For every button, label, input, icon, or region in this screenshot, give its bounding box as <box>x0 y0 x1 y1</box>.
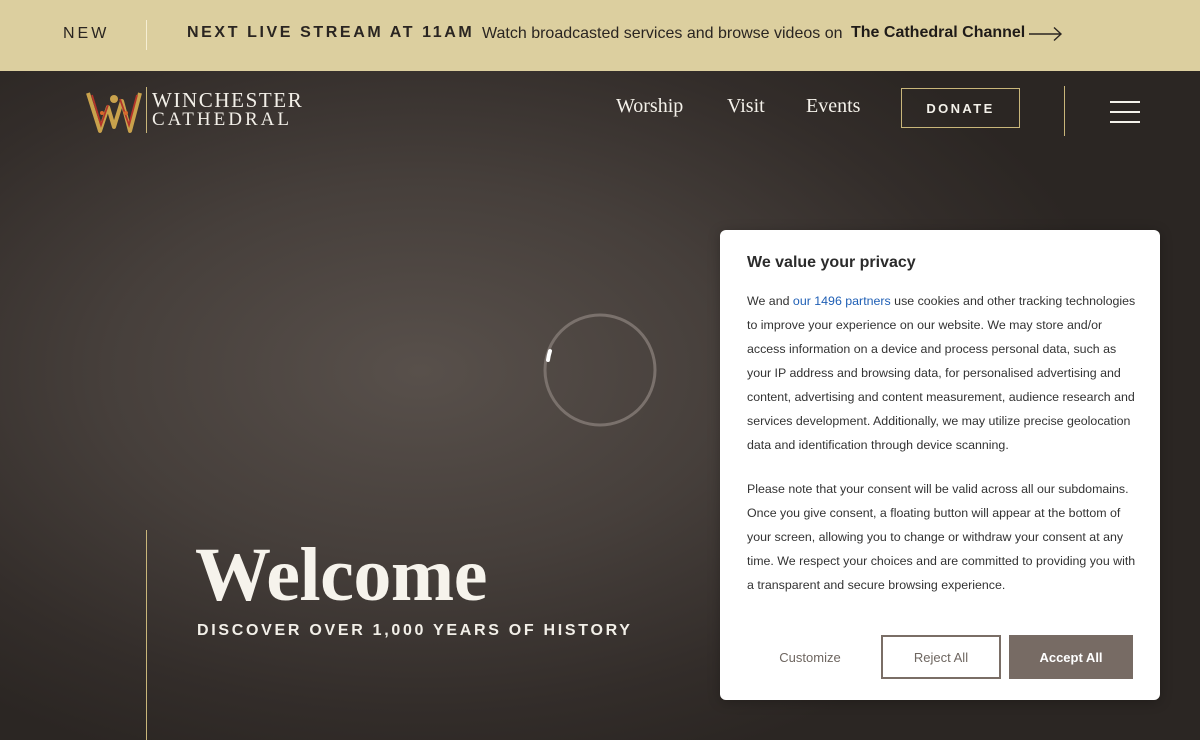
logo-mark-icon[interactable] <box>86 87 142 135</box>
privacy-paragraph-2: Please note that your consent will be va… <box>747 482 1136 592</box>
hero-tagline: DISCOVER OVER 1,000 YEARS OF HISTORY <box>197 622 633 639</box>
privacy-body: We and our 1496 partners use cookies and… <box>747 289 1143 617</box>
announcement-bar: NEW NEXT LIVE STREAM AT 11AM Watch broad… <box>0 0 1200 71</box>
nav-worship[interactable]: Worship <box>616 95 683 118</box>
customize-button[interactable]: Customize <box>760 635 860 679</box>
privacy-text: We and <box>747 294 793 308</box>
hero-title: Welcome <box>195 533 487 617</box>
accept-all-button[interactable]: Accept All <box>1009 635 1133 679</box>
live-stream-label: NEXT LIVE STREAM AT 11AM <box>187 24 475 41</box>
logo-line-2: CATHEDRAL <box>152 109 292 130</box>
nav-events[interactable]: Events <box>806 95 860 118</box>
menu-icon[interactable] <box>1108 100 1140 124</box>
nav-visit[interactable]: Visit <box>727 95 765 118</box>
announcement-divider <box>146 20 147 50</box>
donate-button[interactable]: DONATE <box>901 88 1020 128</box>
reject-all-button[interactable]: Reject All <box>881 635 1001 679</box>
privacy-paragraph-1: We and our 1496 partners use cookies and… <box>747 289 1143 457</box>
menu-bar <box>1110 121 1140 123</box>
menu-bar <box>1110 101 1140 103</box>
privacy-title: We value your privacy <box>747 254 916 271</box>
logo-line-1: WINCHESTER <box>152 88 304 112</box>
logo-divider <box>146 87 147 133</box>
cathedral-channel-link[interactable]: The Cathedral Channel <box>851 24 1025 42</box>
loading-spinner-icon <box>543 313 657 427</box>
menu-bar <box>1110 111 1140 113</box>
new-label: NEW <box>63 25 110 42</box>
partners-link[interactable]: our 1496 partners <box>793 294 891 308</box>
privacy-text: use cookies and other tracking technolog… <box>747 294 1136 452</box>
hero-accent-line <box>146 530 147 740</box>
announcement-message: Watch broadcasted services and browse vi… <box>482 25 843 42</box>
site-logo[interactable]: WINCHESTER CATHEDRAL <box>152 90 303 130</box>
arrow-right-icon[interactable] <box>1029 26 1063 42</box>
header-divider <box>1064 86 1065 136</box>
privacy-consent-dialog: We value your privacy We and our 1496 pa… <box>720 230 1160 700</box>
